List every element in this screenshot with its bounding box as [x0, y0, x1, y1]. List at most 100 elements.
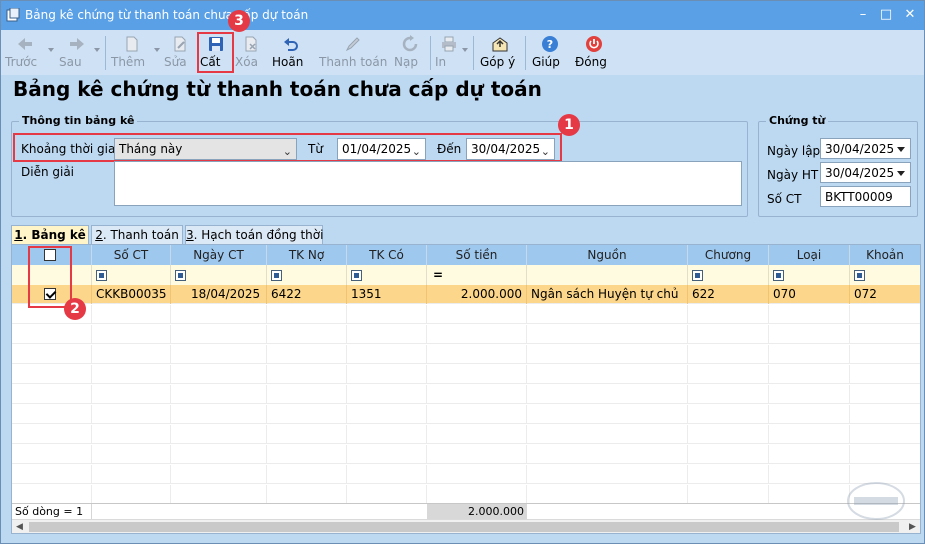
empty-cell[interactable] [347, 305, 427, 324]
empty-cell[interactable] [850, 305, 920, 324]
empty-row[interactable] [12, 305, 920, 324]
empty-row[interactable] [12, 325, 920, 344]
next-button[interactable]: Sau [59, 32, 95, 73]
filter-cell[interactable] [92, 265, 171, 285]
empty-cell[interactable] [347, 345, 427, 364]
minimize-button[interactable]: – [852, 5, 874, 25]
filter-icon[interactable] [854, 270, 865, 281]
col-tk-no[interactable]: TK Nợ [267, 245, 347, 265]
empty-cell[interactable] [688, 485, 769, 504]
empty-cell[interactable] [427, 425, 527, 444]
empty-row[interactable] [12, 445, 920, 464]
empty-cell[interactable] [347, 365, 427, 384]
empty-cell[interactable] [769, 305, 850, 324]
empty-cell[interactable] [427, 485, 527, 504]
scroll-right-icon[interactable]: ▶ [905, 520, 920, 533]
filter-cell[interactable] [267, 265, 347, 285]
empty-cell[interactable] [688, 425, 769, 444]
empty-cell[interactable] [527, 485, 688, 504]
empty-cell[interactable] [267, 385, 347, 404]
next-dropdown-icon[interactable] [94, 48, 100, 52]
filter-icon[interactable] [271, 270, 282, 281]
empty-cell[interactable] [267, 465, 347, 484]
empty-cell[interactable] [12, 345, 92, 364]
empty-cell[interactable] [427, 465, 527, 484]
empty-cell[interactable] [12, 485, 92, 504]
empty-row[interactable] [12, 365, 920, 384]
empty-cell[interactable] [92, 345, 171, 364]
filter-icon[interactable] [773, 270, 784, 281]
feedback-button[interactable]: Góp ý [480, 32, 520, 73]
filter-cell[interactable] [171, 265, 267, 285]
cell-khoan[interactable]: 072 [850, 285, 920, 304]
empty-cell[interactable] [92, 305, 171, 324]
empty-cell[interactable] [769, 325, 850, 344]
filter-icon[interactable] [351, 270, 362, 281]
print-button[interactable]: In [435, 32, 463, 73]
cell-tk-co[interactable]: 1351 [347, 285, 427, 304]
empty-cell[interactable] [427, 325, 527, 344]
empty-cell[interactable] [427, 445, 527, 464]
empty-cell[interactable] [267, 425, 347, 444]
empty-cell[interactable] [688, 445, 769, 464]
empty-row[interactable] [12, 385, 920, 404]
empty-cell[interactable] [427, 305, 527, 324]
empty-cell[interactable] [769, 465, 850, 484]
empty-cell[interactable] [171, 365, 267, 384]
empty-cell[interactable] [688, 345, 769, 364]
empty-cell[interactable] [347, 325, 427, 344]
undo-button[interactable]: Hoãn [272, 32, 310, 73]
empty-cell[interactable] [267, 485, 347, 504]
filter-icon[interactable] [96, 270, 107, 281]
load-button[interactable]: Nạp [394, 32, 426, 73]
empty-cell[interactable] [92, 365, 171, 384]
empty-cell[interactable] [688, 325, 769, 344]
empty-cell[interactable] [92, 445, 171, 464]
empty-cell[interactable] [347, 385, 427, 404]
empty-cell[interactable] [527, 425, 688, 444]
tab-hach-toan[interactable]: 3. Hạch toán đồng thời [185, 225, 323, 245]
chevron-down-icon[interactable] [897, 171, 905, 176]
empty-cell[interactable] [688, 305, 769, 324]
empty-row[interactable] [12, 425, 920, 444]
empty-cell[interactable] [171, 485, 267, 504]
empty-cell[interactable] [688, 385, 769, 404]
tab-thanh-toan[interactable]: 2. Thanh toán [91, 225, 183, 245]
maximize-button[interactable]: □ [875, 5, 897, 25]
empty-row[interactable] [12, 485, 920, 504]
empty-cell[interactable] [92, 485, 171, 504]
empty-cell[interactable] [267, 305, 347, 324]
voucher-number-field[interactable]: BKTT00009 [820, 186, 911, 207]
col-nguon[interactable]: Nguồn [527, 245, 688, 265]
filter-icon[interactable] [692, 270, 703, 281]
cell-tk-no[interactable]: 6422 [267, 285, 347, 304]
prev-dropdown-icon[interactable] [48, 48, 54, 52]
empty-cell[interactable] [171, 345, 267, 364]
cell-so-tien[interactable]: 2.000.000 [427, 285, 527, 304]
empty-cell[interactable] [850, 345, 920, 364]
chevron-down-icon[interactable] [897, 147, 905, 152]
cell-chuong[interactable]: 622 [688, 285, 769, 304]
empty-cell[interactable] [171, 465, 267, 484]
empty-cell[interactable] [12, 325, 92, 344]
add-button[interactable]: Thêm [111, 32, 153, 73]
empty-cell[interactable] [347, 485, 427, 504]
empty-cell[interactable] [688, 465, 769, 484]
empty-cell[interactable] [769, 385, 850, 404]
empty-cell[interactable] [527, 365, 688, 384]
empty-cell[interactable] [171, 425, 267, 444]
tab-bang-ke[interactable]: 1. Bảng kê [11, 225, 89, 246]
empty-cell[interactable] [769, 405, 850, 424]
empty-cell[interactable] [267, 445, 347, 464]
empty-cell[interactable] [12, 465, 92, 484]
empty-cell[interactable] [527, 325, 688, 344]
empty-cell[interactable] [267, 405, 347, 424]
cell-nguon[interactable]: Ngân sách Huyện tự chủ [527, 285, 688, 304]
empty-cell[interactable] [347, 405, 427, 424]
edit-button[interactable]: Sửa [164, 32, 196, 73]
empty-cell[interactable] [527, 345, 688, 364]
empty-cell[interactable] [527, 385, 688, 404]
empty-cell[interactable] [171, 385, 267, 404]
empty-cell[interactable] [12, 425, 92, 444]
add-dropdown-icon[interactable] [154, 48, 160, 52]
